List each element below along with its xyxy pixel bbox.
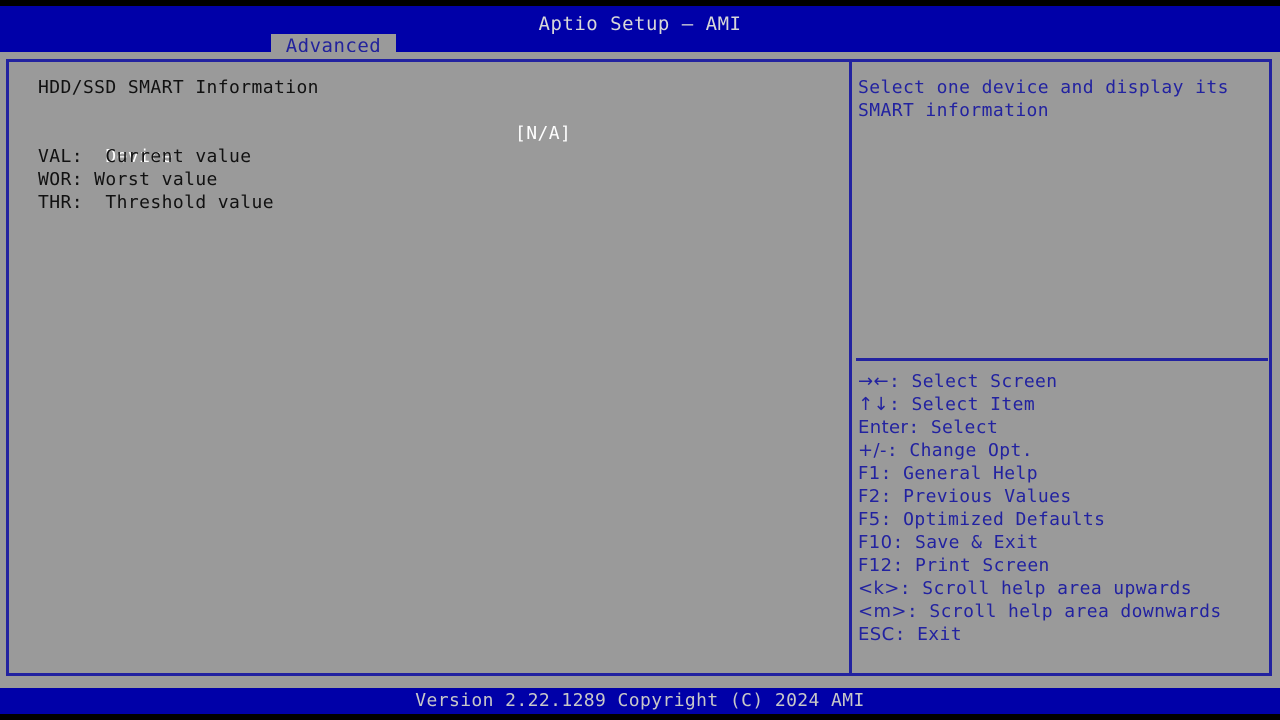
legend-keys: ESC [858,624,895,645]
legend-action: Scroll help area upwards [922,578,1192,599]
legend-row: F2: Previous Values [858,485,1270,508]
legend-separator: : [900,578,922,599]
legend-separator: : [887,440,909,461]
legend-keys: Enter [858,417,908,438]
legend-action: Optimized Defaults [903,509,1105,530]
legend-row: F10: Save & Exit [858,531,1270,554]
legend-separator: : [907,601,929,622]
legend-keys: F12 [858,555,892,576]
legend-keys: →← [858,371,889,392]
legend-action: Print Screen [915,555,1050,576]
legend-keys: F5 [858,509,881,530]
title-bar: Aptio Setup – AMI Advanced [0,6,1280,52]
legend-row: ↑↓: Select Item [858,393,1270,416]
settings-panel: HDD/SSD SMART Information Device [N/A] V… [9,62,849,673]
legend-keys: F10 [858,532,892,553]
legend-row: <m>: Scroll help area downwards [858,600,1270,623]
setting-value-device[interactable]: [N/A] [515,122,571,145]
legend-action: Select Screen [911,371,1057,392]
legend-keys: F1 [858,463,881,484]
legend-action: Select [931,417,998,438]
legend-row: F5: Optimized Defaults [858,508,1270,531]
legend-separator: : [895,624,917,645]
legend-row: Enter: Select [858,416,1270,439]
legend-action: General Help [903,463,1038,484]
legend-row: <k>: Scroll help area upwards [858,577,1270,600]
help-separator [856,358,1268,361]
legend-row: +/-: Change Opt. [858,439,1270,462]
version-text: Version 2.22.1289 Copyright (C) 2024 AMI [0,690,1280,712]
legend-row: F12: Print Screen [858,554,1270,577]
legend-action: Exit [917,624,962,645]
legend-separator: : [892,555,914,576]
legend-separator: : [892,532,914,553]
legend-row: ESC: Exit [858,623,1270,646]
legend-row-thr: THR: Threshold value [38,191,274,214]
legend-row-wor: WOR: Worst value [38,168,218,191]
help-panel: Select one device and display its SMART … [852,62,1272,673]
legend-separator: : [889,371,911,392]
legend-separator: : [908,417,930,438]
page-title: Aptio Setup – AMI [0,13,1280,36]
legend-keys: F2 [858,486,881,507]
section-title: HDD/SSD SMART Information [38,76,319,99]
footer-bar: Version 2.22.1289 Copyright (C) 2024 AMI [0,688,1280,714]
legend-action: Change Opt. [909,440,1033,461]
legend-action: Scroll help area downwards [929,601,1221,622]
legend-keys: ↑↓ [858,394,889,415]
legend-action: Select Item [911,394,1035,415]
legend-separator: : [881,486,903,507]
legend-keys: <m> [858,601,907,622]
legend-separator: : [881,463,903,484]
legend-row: F1: General Help [858,462,1270,485]
legend-separator: : [889,394,911,415]
legend-row: →←: Select Screen [858,370,1270,393]
help-description: Select one device and display its SMART … [858,76,1268,122]
legend-action: Save & Exit [915,532,1039,553]
bios-setup-screen: Aptio Setup – AMI Advanced HDD/SSD SMART… [0,0,1280,720]
legend-action: Previous Values [903,486,1072,507]
legend-keys: +/- [858,440,887,461]
keyboard-legend: →←: Select Screen↑↓: Select ItemEnter: S… [858,370,1270,646]
legend-row-val: VAL: Current value [38,145,252,168]
legend-keys: <k> [858,578,900,599]
legend-separator: : [881,509,903,530]
